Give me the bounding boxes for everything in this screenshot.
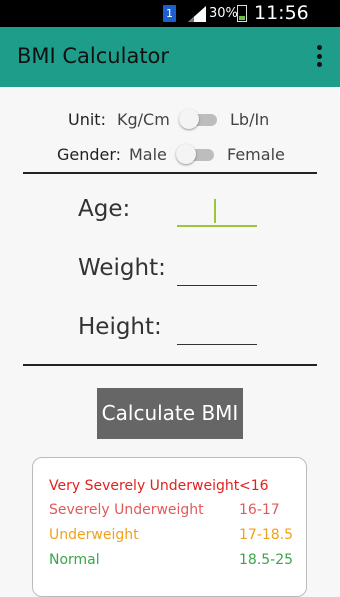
battery-percent: 30% <box>209 6 238 21</box>
app-bar: BMI Calculator <box>0 27 340 87</box>
unit-option-kgcm: Kg/Cm <box>117 110 170 129</box>
bottom-divider <box>23 364 317 366</box>
app-title: BMI Calculator <box>17 44 170 68</box>
text-cursor <box>214 199 216 223</box>
bmi-range-value: 16-17 <box>239 502 280 518</box>
unit-toggle-switch[interactable] <box>179 109 217 129</box>
height-label: Height: <box>78 314 162 340</box>
weight-input[interactable] <box>177 259 257 286</box>
switch-thumb <box>176 144 196 164</box>
bmi-category-card: Very Severely Underweight <16 Severely U… <box>32 457 307 597</box>
more-vert-icon[interactable] <box>316 45 322 67</box>
gender-option-female: Female <box>227 145 285 164</box>
gender-label: Gender: <box>57 145 122 164</box>
age-input[interactable] <box>177 199 257 227</box>
sim-icon: 1 <box>163 5 176 22</box>
status-bar: 1 30% 11:56 AM <box>0 0 340 46</box>
bmi-category-label: Underweight <box>49 527 139 543</box>
bmi-category-label: Very Severely Underweight <box>49 478 240 494</box>
gender-toggle-switch[interactable] <box>176 144 214 164</box>
bmi-range-value: 17-18.5 <box>239 527 294 543</box>
weight-label: Weight: <box>78 255 166 281</box>
height-input[interactable] <box>177 318 257 345</box>
switch-thumb <box>179 109 199 129</box>
age-label: Age: <box>78 196 131 222</box>
calculate-bmi-button[interactable]: Calculate BMI <box>97 388 243 439</box>
bmi-category-label: Normal <box>49 552 100 568</box>
bmi-range-value: 18.5-25 <box>239 552 294 568</box>
gender-option-male: Male <box>129 145 167 164</box>
unit-label: Unit: <box>68 110 106 129</box>
signal-icon <box>188 6 206 22</box>
bmi-category-label: Severely Underweight <box>49 502 204 518</box>
unit-option-lbin: Lb/In <box>230 110 270 129</box>
bmi-range-value: <16 <box>239 478 269 494</box>
battery-icon <box>237 5 247 22</box>
top-divider <box>23 172 317 174</box>
